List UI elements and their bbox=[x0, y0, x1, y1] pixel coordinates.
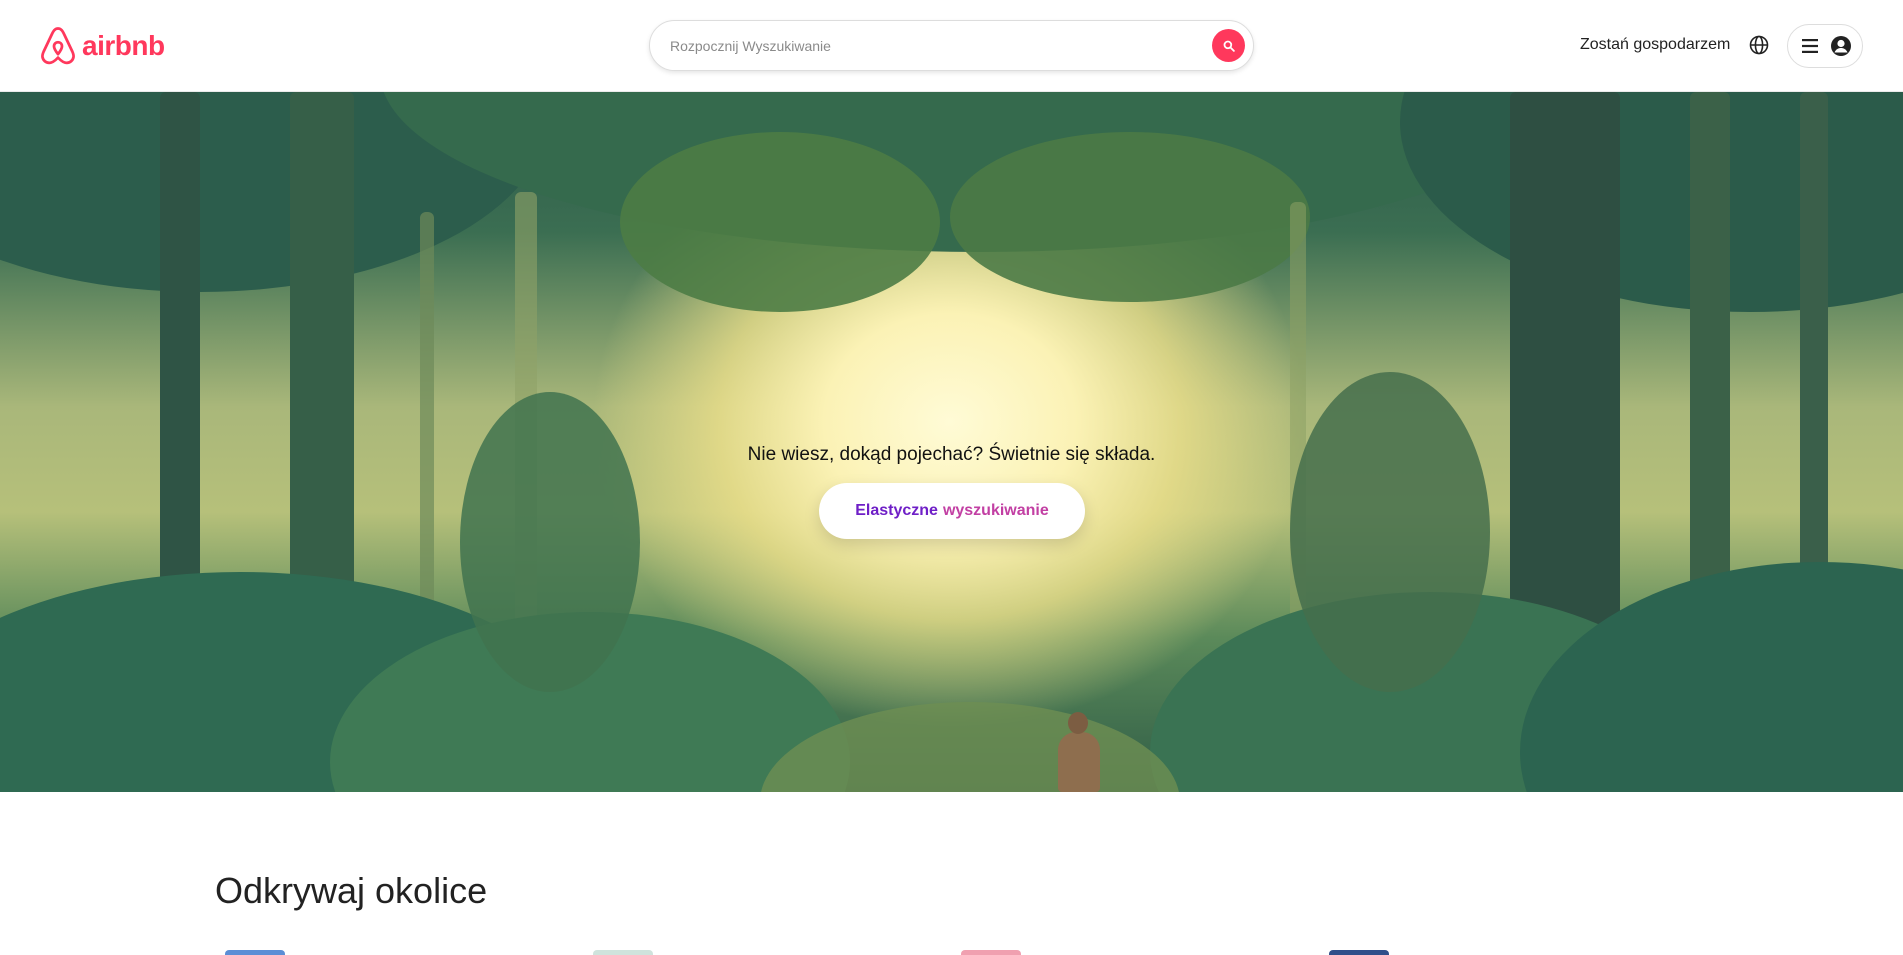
flexible-search-label-part1: Elastyczne bbox=[855, 502, 938, 519]
nearby-card-thumbnail[interactable] bbox=[1329, 950, 1389, 955]
search-button[interactable] bbox=[1212, 29, 1245, 62]
hero-headline: Nie wiesz, dokąd pojechać? Świetnie się … bbox=[747, 444, 1156, 465]
logo-text: airbnb bbox=[82, 30, 165, 61]
become-host-link[interactable]: Zostań gospodarzem bbox=[1580, 36, 1730, 54]
flexible-search-button[interactable]: Elastyczne wyszukiwanie bbox=[819, 483, 1085, 539]
menu-icon bbox=[1802, 39, 1818, 53]
nearby-card-thumbnail[interactable] bbox=[593, 950, 653, 955]
search-icon bbox=[1223, 40, 1235, 52]
top-header: airbnb Zostań gospodarzem bbox=[0, 0, 1903, 92]
airbnb-logo-icon bbox=[41, 27, 75, 65]
language-button[interactable] bbox=[1748, 34, 1770, 56]
search-input[interactable] bbox=[670, 21, 1170, 70]
search-bar[interactable] bbox=[649, 20, 1254, 71]
section-title: Odkrywaj okolice bbox=[215, 870, 488, 911]
nearby-card-thumbnail[interactable] bbox=[225, 950, 285, 955]
nearby-card-thumbnail[interactable] bbox=[961, 950, 1021, 955]
hero-banner: Nie wiesz, dokąd pojechać? Świetnie się … bbox=[0, 92, 1903, 792]
user-icon bbox=[1831, 36, 1851, 56]
user-menu-button[interactable] bbox=[1787, 24, 1863, 68]
flexible-search-label-part2: wyszukiwanie bbox=[942, 502, 1049, 519]
airbnb-logo[interactable]: airbnb bbox=[38, 24, 165, 68]
globe-icon bbox=[1749, 35, 1769, 55]
